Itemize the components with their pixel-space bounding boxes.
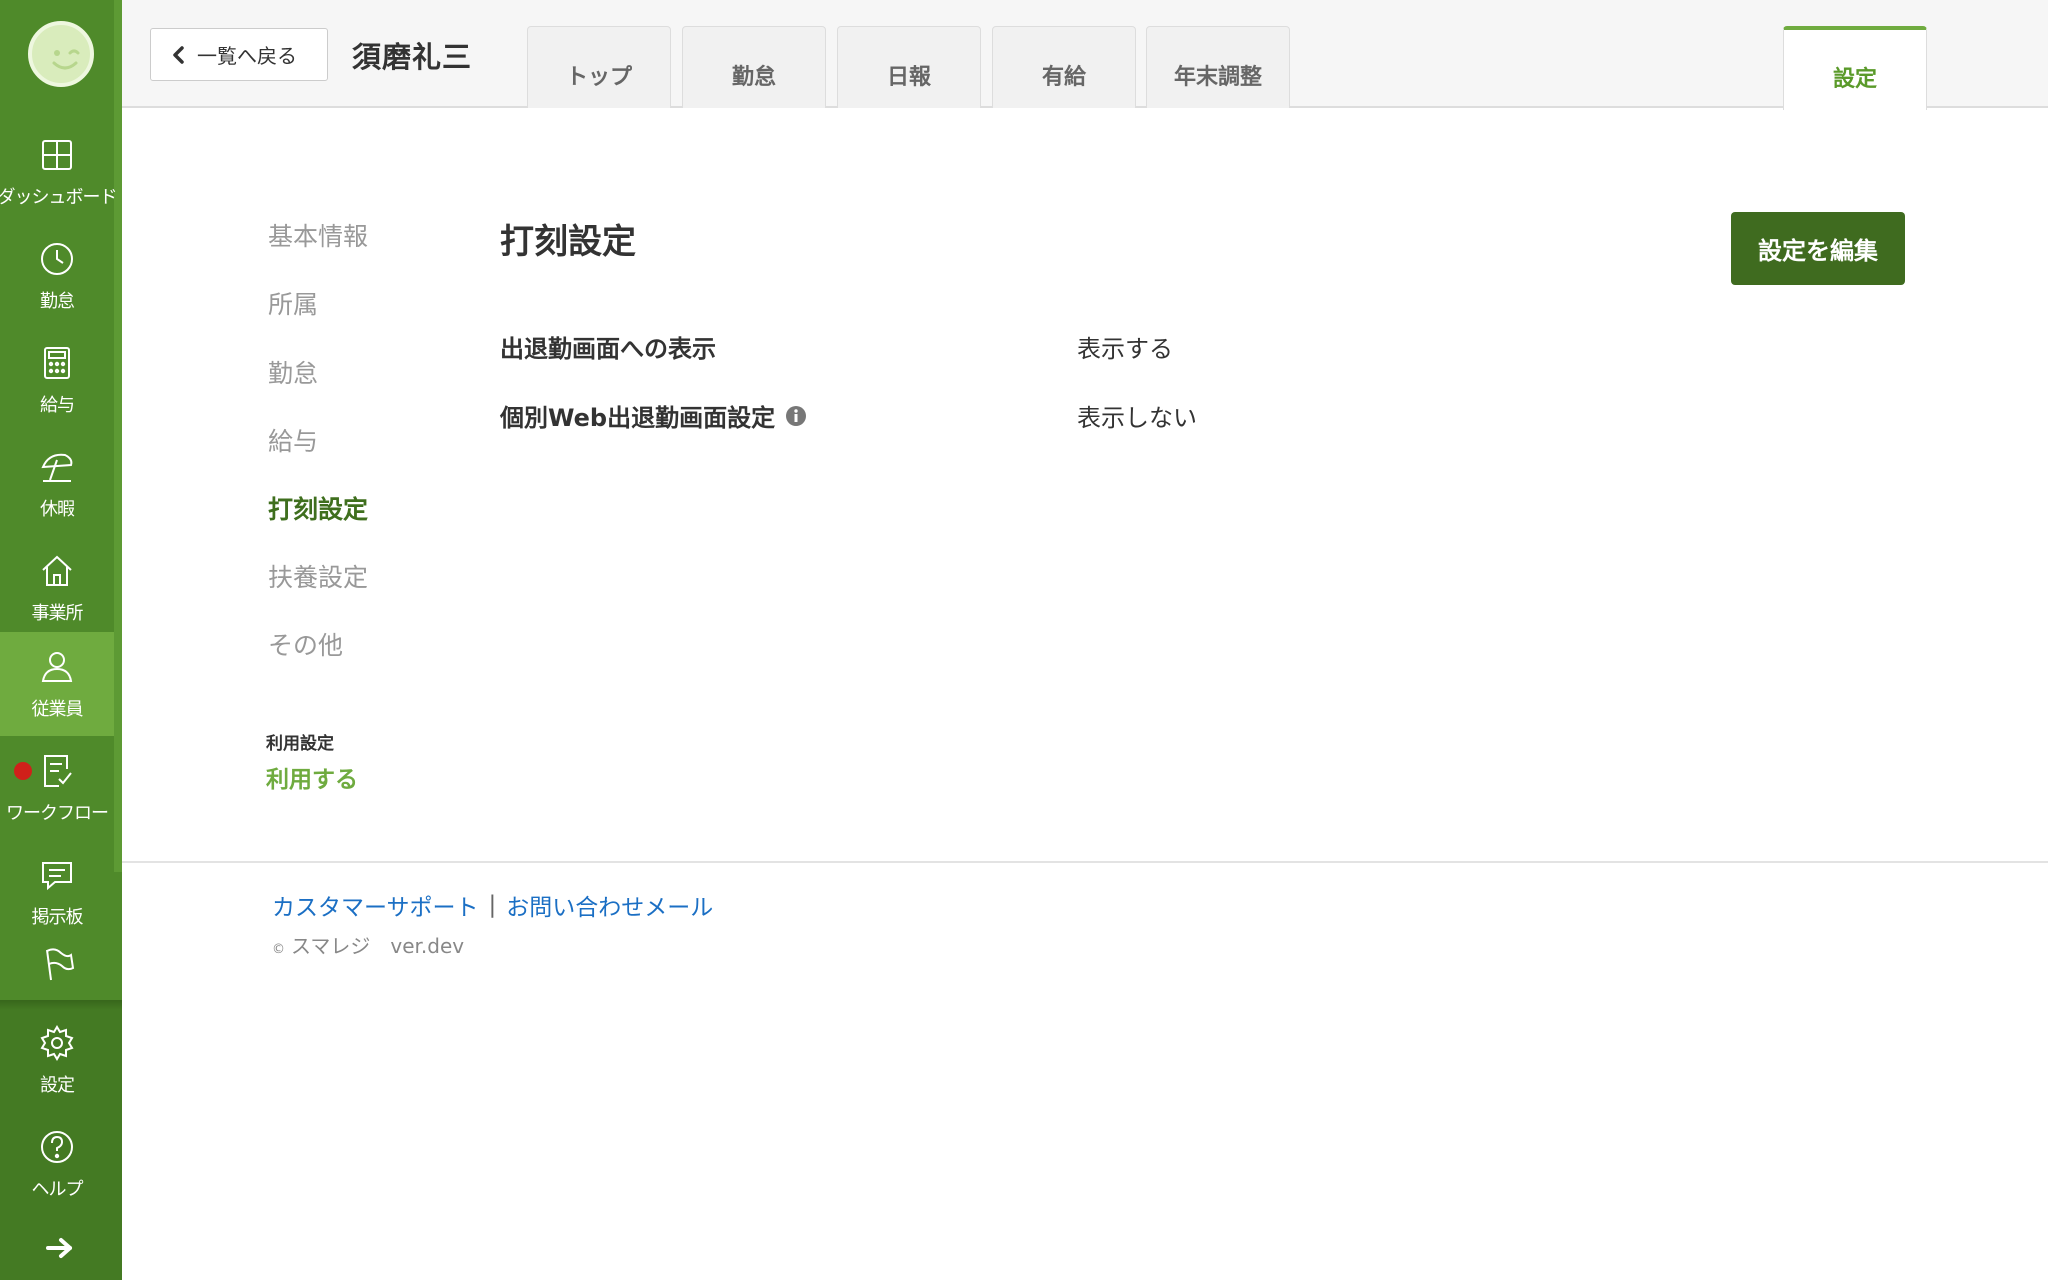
edit-settings-button[interactable]: 設定を編集 [1731,212,1905,285]
sidebar-item-settings[interactable]: 設定 [0,1008,114,1112]
sidebar-item-label: 事業所 [31,603,84,624]
tab-settings[interactable]: 設定 [1783,26,1927,110]
footer-links: カスタマーサポート | お問い合わせメール [272,888,713,922]
back-to-list-button[interactable]: 一覧へ戻る [150,28,328,81]
app-logo[interactable] [28,21,94,87]
usage-setting-label: 利用設定 [266,734,334,754]
arrow-right-icon [46,1238,72,1258]
sidebar-edge [114,0,122,872]
tab-daily-report[interactable]: 日報 [837,26,981,108]
sidebar-item-label: 掲示板 [31,907,84,928]
header: 一覧へ戻る 須磨礼三 トップ 勤怠 日報 有給 年末調整 設定 [122,0,2048,110]
sidebar-item-payroll[interactable]: 給与 [0,328,114,432]
tab-top[interactable]: トップ [527,26,671,108]
row-label-clock-screen-display: 出退勤画面への表示 [500,329,716,364]
sidebar-item-label: 勤怠 [40,291,75,312]
dashboard-icon [42,140,72,170]
info-icon[interactable] [785,405,807,427]
sidebar: ダッシュボード 勤怠 給与 休暇 事業所 従業員 ワークフロー 掲示板 設定 ヘ… [0,0,122,1280]
umbrella-icon [41,453,73,482]
sidebar-expand-button[interactable] [44,1236,76,1264]
tab-year-end-adjustment[interactable]: 年末調整 [1146,26,1290,108]
chat-icon [42,862,72,891]
sidebar-item-dashboard[interactable]: ダッシュボード [0,120,118,224]
smile-logo-icon [52,49,80,70]
footer-divider [122,861,2048,863]
user-icon [41,652,73,682]
sidebar-item-employees[interactable]: 従業員 [0,632,114,736]
footer-separator: | [488,892,497,918]
sidebar-item-label: 設定 [40,1075,75,1096]
subnav-item-payroll[interactable]: 給与 [268,422,318,458]
page-title: 打刻設定 [500,222,636,262]
sidebar-item-workflow[interactable]: ワークフロー [0,736,114,840]
copyright-mark: © [272,942,285,957]
copyright: © スマレジ ver.dev [272,930,464,959]
subnav-item-other[interactable]: その他 [268,626,343,662]
sidebar-item-label: 休暇 [40,499,75,520]
copyright-text: スマレジ ver.dev [291,934,465,958]
gear-icon [40,1025,74,1061]
clock-icon [41,243,73,275]
sidebar-item-leave[interactable]: 休暇 [0,432,114,536]
subnav-item-basic-info[interactable]: 基本情報 [268,217,368,253]
row-label-web-clock-screen: 個別Web出退勤画面設定 [500,398,807,433]
subnav-item-affiliation[interactable]: 所属 [268,285,318,321]
sidebar-item-attendance[interactable]: 勤怠 [0,224,114,328]
sidebar-item-label: 給与 [40,395,75,416]
subnav-item-dependents[interactable]: 扶養設定 [268,558,368,594]
tab-attendance[interactable]: 勤怠 [682,26,826,108]
employee-name: 須磨礼三 [352,40,473,74]
sidebar-item-label: 従業員 [31,699,84,720]
sidebar-item-label: ワークフロー [6,803,109,824]
sidebar-item-office[interactable]: 事業所 [0,536,114,640]
checklist-icon [44,755,72,787]
flag-icon [46,948,75,981]
row-value-web-clock-screen: 表示しない [1077,404,1197,432]
back-to-list-label: 一覧へ戻る [197,46,297,68]
notification-dot [14,762,32,780]
tab-paid-leave[interactable]: 有給 [992,26,1136,108]
chevron-left-icon [171,45,185,65]
row-value-clock-screen-display: 表示する [1077,335,1173,363]
sidebar-item-label: ダッシュボード [0,187,118,208]
sidebar-item-label: ヘルプ [31,1179,84,1200]
sidebar-item-board[interactable]: 掲示板 [0,840,114,944]
help-icon [41,1131,73,1163]
usage-setting-value: 利用する [266,767,358,793]
contact-mail-link[interactable]: お問い合わせメール [506,888,713,922]
calculator-icon [44,347,70,379]
customer-support-link[interactable]: カスタマーサポート [272,888,479,922]
row-label-text: 出退勤画面への表示 [500,335,716,363]
home-icon [42,555,72,586]
sidebar-item-flag[interactable] [0,944,114,1004]
subnav-item-attendance[interactable]: 勤怠 [268,354,318,390]
subnav-item-clock-settings[interactable]: 打刻設定 [268,490,368,526]
sidebar-item-help[interactable]: ヘルプ [0,1112,114,1216]
row-label-text: 個別Web出退勤画面設定 [500,404,776,432]
